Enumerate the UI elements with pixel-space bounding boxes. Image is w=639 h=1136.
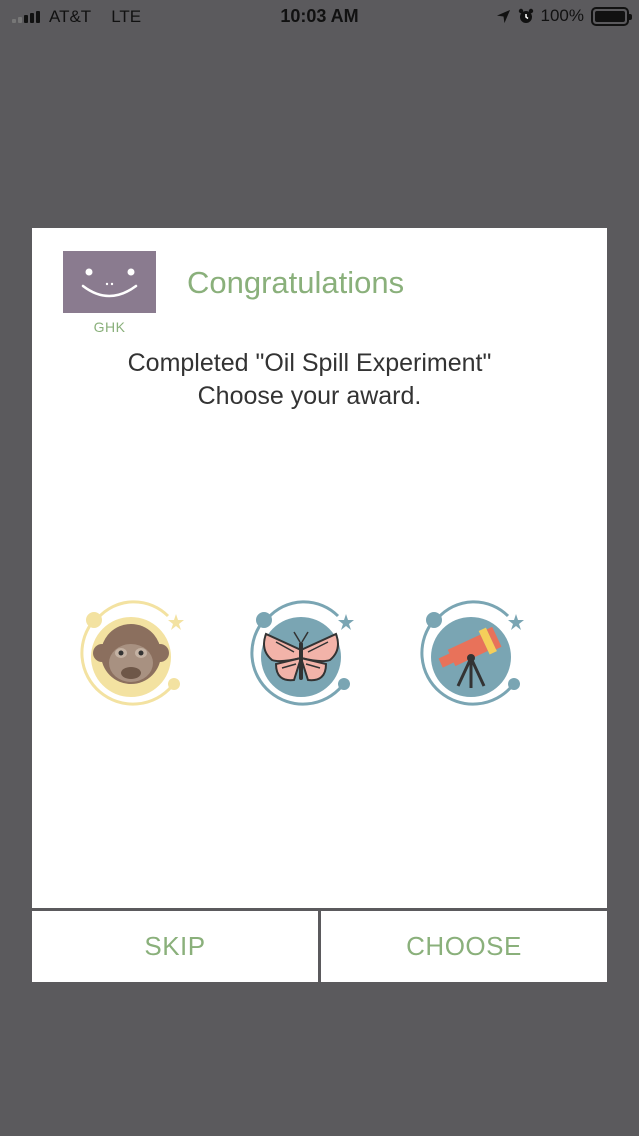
butterfly-award-icon[interactable] — [246, 600, 356, 710]
avatar-name: GHK — [93, 319, 126, 335]
dialog-message: Completed "Oil Spill Experiment" Choose … — [32, 347, 587, 413]
avatar-block: GHK — [63, 251, 156, 335]
status-right: 100% — [496, 6, 632, 26]
skip-button[interactable]: SKIP — [32, 911, 321, 982]
award-dialog: GHK Congratulations Completed "Oil Spill… — [32, 228, 607, 982]
battery-percent: 100% — [540, 6, 584, 25]
alarm-clock-icon — [518, 8, 533, 23]
avatar — [63, 251, 156, 313]
message-line-1: Completed "Oil Spill Experiment" — [127, 349, 492, 377]
choose-button[interactable]: CHOOSE — [321, 911, 607, 982]
message-line-2: Choose your award. — [197, 382, 422, 410]
smiley-face-icon — [81, 268, 138, 298]
dialog-footer: SKIP CHOOSE — [32, 908, 607, 982]
battery-icon — [591, 6, 632, 26]
monkey-award-icon[interactable] — [76, 600, 186, 710]
status-bar: AT&T LTE 10:03 AM 100% — [0, 0, 639, 34]
location-arrow-icon — [496, 9, 510, 23]
telescope-award-icon[interactable] — [416, 600, 526, 710]
dialog-title: Congratulations — [187, 265, 405, 300]
